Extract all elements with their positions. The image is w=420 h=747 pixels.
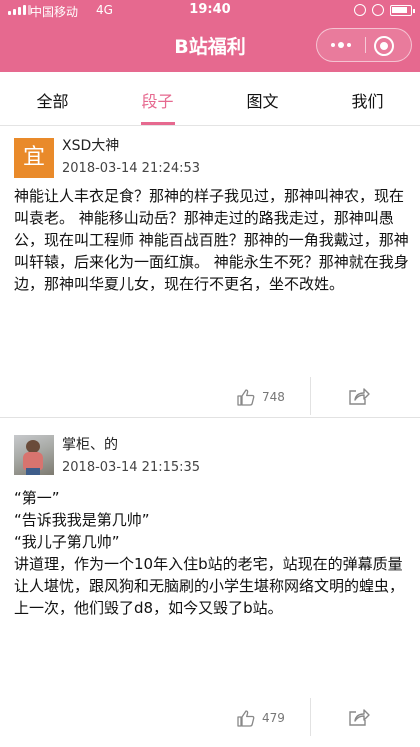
tab-bar: 全部 段子 图文 我们 [0, 72, 420, 126]
username[interactable]: 掌柜、的 [62, 434, 118, 454]
post-datetime: 2018-03-14 21:24:53 [62, 161, 201, 176]
capsule-divider [365, 37, 366, 53]
actions-divider [310, 698, 311, 736]
more-icon[interactable] [317, 29, 365, 61]
share-icon [349, 388, 370, 405]
post-actions: 748 [0, 377, 420, 417]
thumbs-up-icon [237, 710, 255, 727]
tab-image-text[interactable]: 图文 [210, 72, 315, 125]
post-content: 神能让人丰衣足食？那神的样子我见过，那神叫神农，现在叫袁老。 神能移山动岳？那神… [14, 187, 409, 293]
avatar[interactable]: 宜 [14, 138, 54, 178]
alarm-icon [372, 4, 384, 16]
like-button[interactable]: 748 [236, 387, 285, 407]
tab-jokes[interactable]: 段子 [105, 72, 210, 125]
avatar[interactable] [14, 435, 54, 475]
post-content: “第一” “告诉我我是第几帅” “我儿子第几帅” 讲道理，作为一个10年入住b站… [14, 489, 405, 617]
lock-rotation-icon [354, 4, 366, 16]
tab-all[interactable]: 全部 [0, 72, 105, 125]
share-button[interactable] [347, 706, 371, 732]
app-header: 中国移动 4G 19:40 B站福利 [0, 0, 420, 72]
share-button[interactable] [347, 385, 371, 411]
thumbs-up-icon [237, 389, 255, 406]
username[interactable]: XSD大神 [62, 135, 119, 155]
battery-icon [390, 4, 415, 16]
status-bar: 中国移动 4G 19:40 [0, 0, 420, 22]
status-icons [354, 4, 415, 16]
close-icon[interactable] [374, 36, 394, 56]
post-divider [0, 417, 420, 418]
share-icon [349, 709, 370, 726]
tab-about-us[interactable]: 我们 [315, 72, 420, 125]
actions-divider [310, 377, 311, 415]
like-count: 748 [262, 390, 285, 404]
post-datetime: 2018-03-14 21:15:35 [62, 460, 201, 475]
post-actions: 479 [0, 698, 420, 738]
like-count: 479 [262, 711, 285, 725]
like-button[interactable]: 479 [236, 708, 285, 728]
miniprogram-capsule [316, 28, 412, 62]
